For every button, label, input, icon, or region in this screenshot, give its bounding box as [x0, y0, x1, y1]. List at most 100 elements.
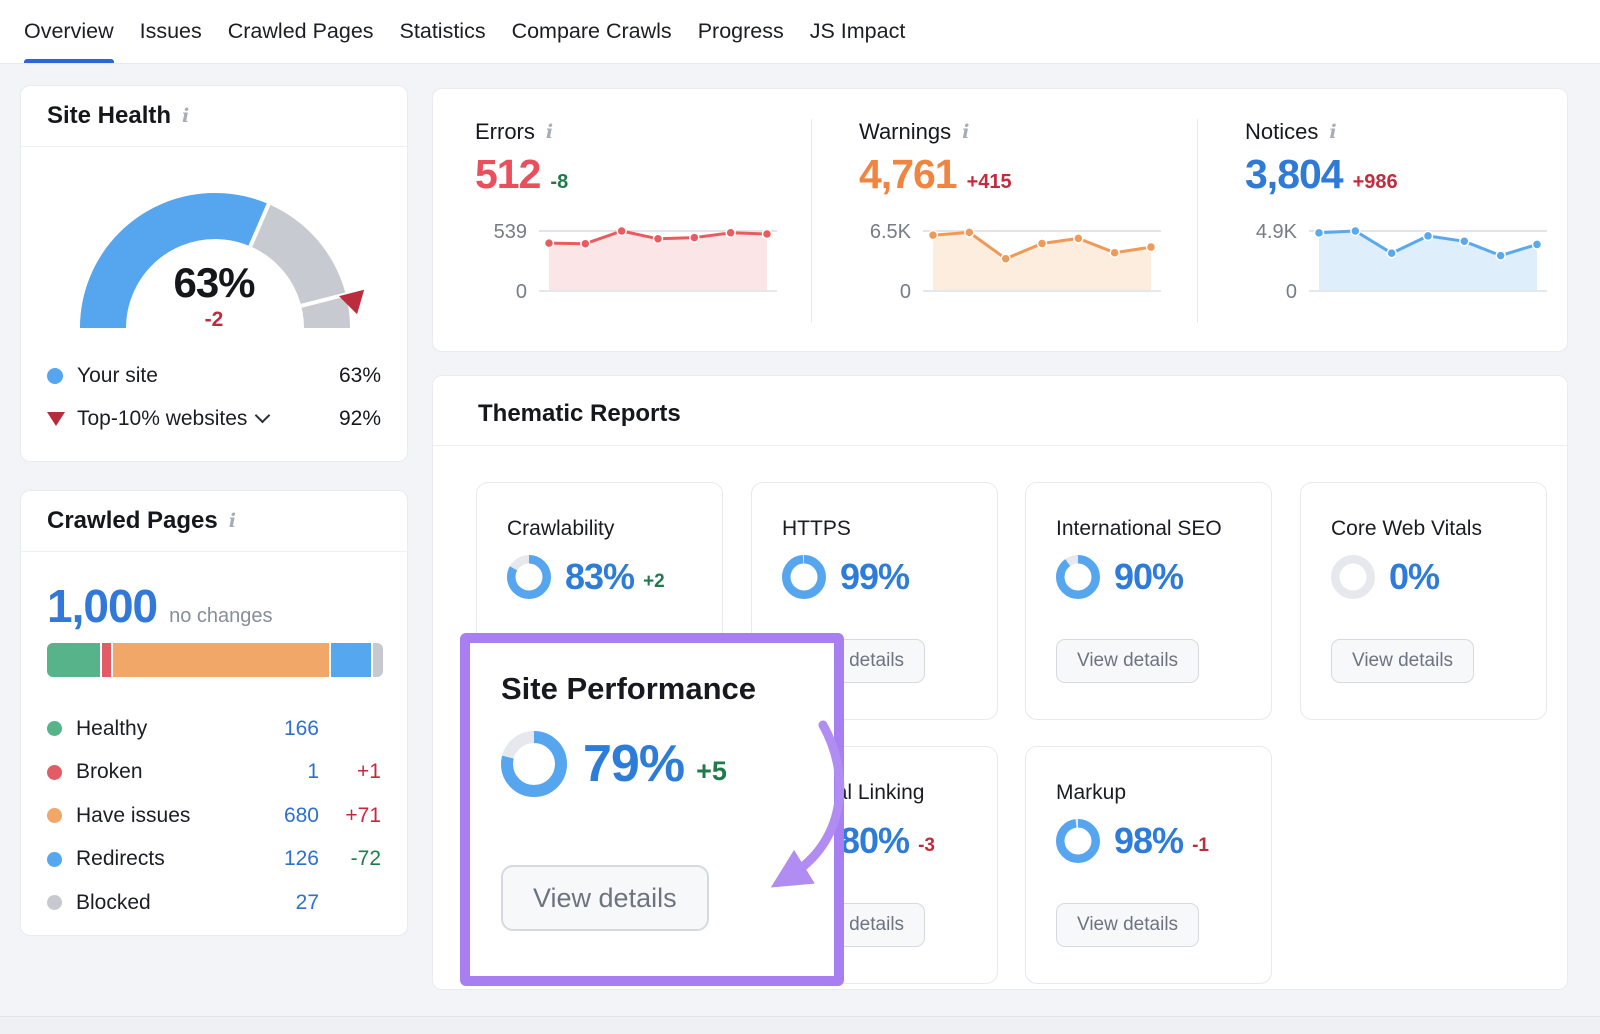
thematic-reports-card: Thematic Reports Site Performance 79% +5…	[432, 375, 1568, 990]
site-health-score-delta: -2	[21, 308, 407, 332]
legend-value: 92%	[339, 407, 381, 431]
tab-compare-crawls[interactable]: Compare Crawls	[512, 0, 672, 63]
thematic-card-title: Core Web Vitals	[1331, 517, 1482, 541]
view-details-button[interactable]: View details	[1056, 639, 1199, 683]
issue-count-delta: +415	[967, 171, 1012, 194]
thematic-donut-chart	[507, 555, 551, 599]
legend-label: Broken	[76, 760, 143, 784]
crawled-pages-total-note: no changes	[169, 605, 272, 628]
status-dot-icon	[47, 895, 62, 910]
axis-label-zero: 0	[475, 281, 527, 304]
thematic-card-core-web-vitals: Core Web Vitals 0% View details	[1300, 482, 1547, 720]
issue-count-delta: -8	[550, 171, 568, 194]
thematic-card-percent: 90%	[1114, 556, 1183, 598]
thematic-card-score-row: 98% -1	[1056, 819, 1209, 863]
info-icon[interactable]: i	[962, 121, 969, 143]
site-performance-score-row: 79% +5	[501, 731, 727, 797]
issue-panel-title: Errorsi	[475, 119, 553, 145]
axis-label-max: 539	[475, 221, 527, 244]
crawled-pages-total: 1,000 no changes	[47, 579, 273, 633]
thematic-card-score-row: 83% +2	[507, 555, 665, 599]
issue-panel-value-row: 512 -8	[475, 151, 568, 198]
info-icon[interactable]: i	[182, 105, 189, 127]
site-performance-highlight-card: Site Performance 79% +5 View details	[460, 633, 844, 986]
view-details-button[interactable]: View details	[1056, 903, 1199, 947]
page-count-delta: +71	[319, 804, 381, 828]
axis-label-max: 4.9K	[1245, 221, 1297, 244]
thematic-card-percent: 98%	[1114, 820, 1183, 862]
thematic-card-percent: 99%	[840, 556, 909, 598]
site-performance-view-details-button[interactable]: View details	[501, 865, 709, 931]
tab-crawled-pages[interactable]: Crawled Pages	[228, 0, 374, 63]
issue-panel-title-text: Errors	[475, 119, 535, 145]
tab-js-impact[interactable]: JS Impact	[810, 0, 906, 63]
crawled-pages-legend: Healthy166 Broken 1+1 Have issues 680+71 Redi…	[47, 707, 381, 925]
page-bottom-strip	[0, 1016, 1600, 1034]
page-count: 680	[249, 804, 319, 828]
issue-count-delta: +986	[1353, 171, 1398, 194]
legend-label: Have issues	[76, 804, 190, 828]
thematic-card-percent: 83%	[565, 556, 634, 598]
site-health-header: Site Health i	[21, 86, 407, 147]
issue-panel-title: Notices i	[1245, 119, 1337, 145]
thematic-card-percent: 0%	[1389, 556, 1439, 598]
thematic-card-delta: +2	[643, 571, 665, 593]
crawled-pages-legend-row: Healthy166	[47, 707, 381, 751]
tab-statistics[interactable]: Statistics	[400, 0, 486, 63]
crawled-pages-legend-row: Have issues 680+71	[47, 794, 381, 838]
thematic-card-delta: -1	[1192, 835, 1209, 857]
site-performance-donut-chart	[501, 731, 567, 797]
info-icon[interactable]: i	[1329, 121, 1336, 143]
page-count-delta: -72	[319, 847, 381, 871]
issue-panel-value-row: 3,804+986	[1245, 151, 1398, 198]
your-site-dot-icon	[47, 368, 63, 384]
issue-panel-warnings: Warningsi4,761+4156.5K0	[811, 89, 1197, 353]
thematic-card-delta: -3	[918, 835, 935, 857]
tab-progress[interactable]: Progress	[698, 0, 784, 63]
legend-label: Your site	[77, 364, 158, 388]
thematic-donut-chart	[1056, 555, 1100, 599]
chevron-down-icon[interactable]	[255, 408, 271, 424]
site-health-title: Site Health	[47, 102, 171, 130]
thematic-card-title: Crawlability	[507, 517, 614, 541]
status-dot-icon	[47, 852, 62, 867]
view-details-button[interactable]: View details	[1331, 639, 1474, 683]
site-health-legend-row[interactable]: Top-10% websites92%	[47, 397, 381, 440]
page-count-delta: +1	[319, 760, 381, 784]
info-icon[interactable]: i	[546, 121, 553, 143]
issue-count: 4,761	[859, 151, 957, 198]
thematic-card-title: HTTPS	[782, 517, 851, 541]
thematic-donut-chart	[1056, 819, 1100, 863]
crawled-pages-header: Crawled Pages i	[21, 491, 407, 552]
crawled-pages-legend-row: Redirects 126-72	[47, 838, 381, 882]
legend-label: Redirects	[76, 847, 165, 871]
tab-overview[interactable]: Overview	[24, 0, 114, 63]
legend-value: 63%	[339, 364, 381, 388]
site-performance-title: Site Performance	[501, 671, 756, 707]
site-audit-overview-page: Overview Issues Crawled Pages Statistics Com…	[0, 0, 1600, 1034]
crawled-pages-legend-row: Broken 1+1	[47, 751, 381, 795]
crawled-pages-title: Crawled Pages	[47, 507, 218, 535]
site-health-legend: Your site 63% Top-10% websites92%	[47, 354, 381, 440]
issue-count: 512	[475, 151, 540, 198]
axis-label-max: 6.5K	[859, 221, 911, 244]
bar-segment-blocked	[373, 643, 383, 677]
status-dot-icon	[47, 765, 62, 780]
thematic-card-score-row: 0%	[1331, 555, 1439, 599]
axis-label-zero: 0	[859, 281, 911, 304]
site-health-card: Site Health i 63% -2 Your site 63% Top-10%…	[20, 85, 408, 462]
crawled-pages-stacked-bar	[47, 643, 383, 677]
thematic-card-international-seo: International SEO 90% View details	[1025, 482, 1272, 720]
info-icon[interactable]: i	[229, 510, 236, 532]
bar-segment-broken	[102, 643, 112, 677]
page-count: 126	[249, 847, 319, 871]
bar-segment-redirects	[331, 643, 371, 677]
thematic-card-title: International SEO	[1056, 517, 1222, 541]
issue-panel-value-row: 4,761 +415	[859, 151, 1012, 198]
tab-issues[interactable]: Issues	[140, 0, 202, 63]
thematic-reports-title: Thematic Reports	[478, 400, 681, 428]
crawled-pages-legend-row: Blocked27	[47, 881, 381, 925]
page-count: 1	[249, 760, 319, 784]
site-performance-delta: +5	[696, 756, 727, 787]
issue-panel-title-text: Notices	[1245, 119, 1318, 145]
